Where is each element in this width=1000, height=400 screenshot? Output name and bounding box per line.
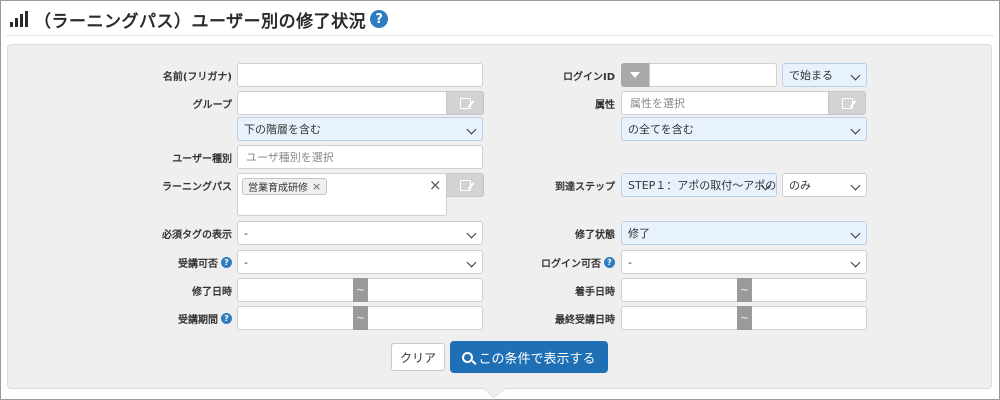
range-separator: ~	[353, 278, 368, 302]
group-input[interactable]	[237, 91, 447, 115]
search-icon	[462, 351, 474, 363]
step-mode-select[interactable]: のみ	[782, 173, 867, 197]
chevron-down-icon	[466, 257, 477, 268]
clear-button[interactable]: クリア	[391, 343, 445, 371]
chevron-down-icon	[850, 257, 861, 268]
attribute-scope-select[interactable]: の全てを含む	[621, 117, 867, 141]
chevron-down-icon	[850, 228, 861, 239]
period-range[interactable]: ~	[237, 306, 483, 330]
enrollable-select[interactable]: -	[237, 250, 483, 274]
step-select[interactable]: STEP１：アポの取付～アポの	[621, 173, 777, 197]
required-tag-label: 必須タグの表示	[162, 229, 232, 241]
edit-icon	[841, 97, 853, 109]
learning-path-tag-input[interactable]: 営業育成研修 × ×	[237, 173, 447, 216]
learning-path-label: ラーニングパス	[162, 181, 232, 193]
user-type-input[interactable]: ユーザ種別を選択	[237, 145, 483, 169]
learning-path-tag: 営業育成研修 ×	[242, 178, 328, 195]
edit-icon	[459, 179, 471, 191]
chevron-down-icon	[850, 70, 861, 81]
help-icon[interactable]: ?	[604, 256, 615, 268]
last-access-range[interactable]: ~	[621, 306, 867, 330]
attribute-input[interactable]: 属性を選択	[621, 91, 829, 115]
required-tag-select[interactable]: -	[237, 221, 483, 245]
show-results-button[interactable]: この条件で表示する	[450, 341, 608, 373]
name-input[interactable]	[237, 63, 483, 87]
completion-status-select[interactable]: 修了	[621, 221, 867, 245]
login-id-label: ログインID	[562, 71, 615, 83]
page-header: （ラーニングパス）ユーザー別の修了状況 ?	[10, 6, 389, 32]
header-divider	[6, 35, 994, 36]
started-at-range[interactable]: ~	[621, 278, 867, 302]
range-separator: ~	[737, 278, 752, 302]
range-separator: ~	[737, 306, 752, 330]
group-scope-select[interactable]: 下の階層を含む	[237, 117, 483, 141]
completed-at-range[interactable]: ~	[237, 278, 483, 302]
learning-path-edit-button[interactable]	[446, 173, 484, 197]
chevron-down-icon	[850, 180, 861, 191]
started-at-label: 着手日時	[575, 286, 615, 298]
chevron-down-icon	[466, 228, 477, 239]
step-label: 到達ステップ	[555, 181, 615, 193]
group-label: グループ	[192, 99, 232, 111]
user-type-label: ユーザー種別	[172, 153, 232, 165]
help-icon[interactable]: ?	[221, 312, 232, 324]
clear-icon[interactable]: ×	[429, 176, 442, 194]
login-id-match-select[interactable]: で始まる	[782, 63, 867, 87]
range-separator: ~	[353, 306, 368, 330]
caret-down-icon	[630, 72, 640, 78]
enrollable-label: 受講可否?	[120, 250, 232, 274]
attribute-edit-button[interactable]	[828, 91, 866, 115]
group-edit-button[interactable]	[446, 91, 484, 115]
edit-icon	[459, 97, 471, 109]
bar-chart-icon	[10, 11, 28, 27]
completion-status-label: 修了状態	[575, 229, 615, 241]
tag-remove-icon[interactable]: ×	[312, 180, 321, 193]
login-allowed-label: ログイン可否?	[500, 250, 615, 274]
chevron-down-icon	[850, 124, 861, 135]
attribute-label: 属性	[595, 99, 615, 111]
help-icon[interactable]: ?	[370, 10, 389, 28]
chevron-down-icon	[466, 124, 477, 135]
login-id-input[interactable]	[649, 63, 777, 87]
completed-at-label: 修了日時	[192, 286, 232, 298]
period-label: 受講期間?	[120, 306, 232, 330]
name-label: 名前(フリガナ)	[162, 71, 232, 83]
help-icon[interactable]: ?	[221, 256, 232, 268]
login-id-dropdown-button[interactable]	[621, 63, 649, 87]
last-access-label: 最終受講日時	[555, 314, 615, 326]
login-allowed-select[interactable]: -	[621, 250, 867, 274]
page-title: （ラーニングパス）ユーザー別の修了状況	[34, 11, 367, 32]
